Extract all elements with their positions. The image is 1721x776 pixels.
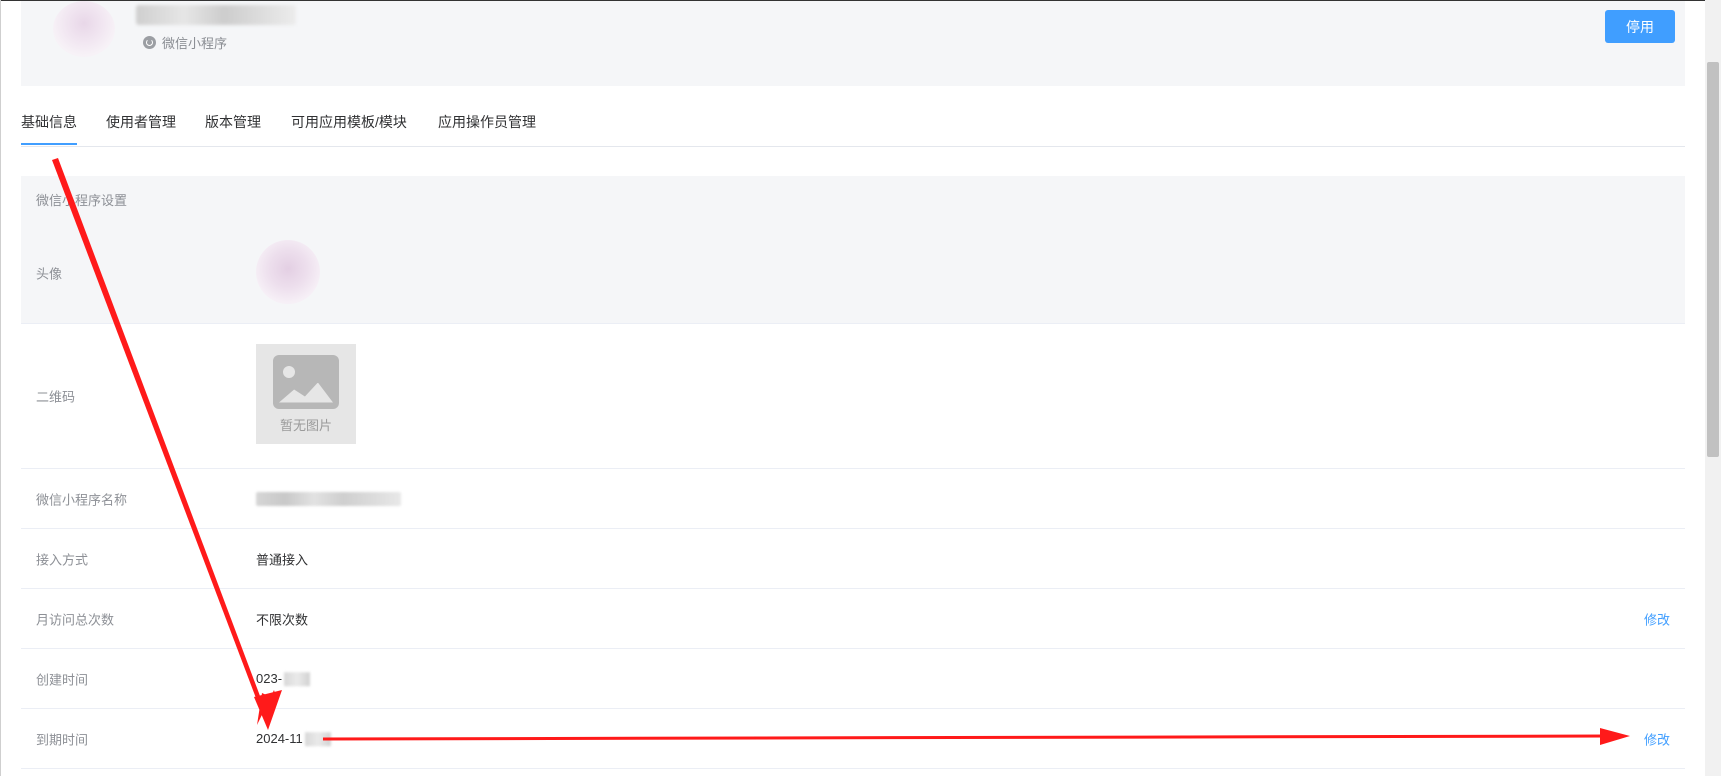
- app-name-redacted: [136, 5, 296, 25]
- row-expire-time: 到期时间 2024-11 修改: [21, 709, 1685, 769]
- expire-time-text: 2024-11: [256, 730, 303, 746]
- mini-program-icon: [143, 35, 156, 49]
- row-label: 月访问总次数: [36, 612, 115, 627]
- disable-button[interactable]: 停用: [1605, 10, 1675, 43]
- avatar: [256, 240, 320, 304]
- app-name-value-redacted: [256, 491, 401, 506]
- tab-version-management[interactable]: 版本管理: [205, 100, 261, 144]
- tab-bar: 基础信息 使用者管理 版本管理 可用应用模板/模块 应用操作员管理: [21, 100, 1685, 147]
- image-placeholder-icon: [273, 354, 339, 409]
- row-avatar: 头像: [21, 223, 1685, 324]
- edit-expire-time-link[interactable]: 修改: [1644, 729, 1670, 748]
- tab-basic-info[interactable]: 基础信息: [21, 100, 77, 144]
- created-time-value: 023-: [256, 670, 311, 687]
- created-time-text: 023-: [256, 670, 283, 686]
- row-created-time: 创建时间 023-: [21, 649, 1685, 709]
- row-monthly-visits: 月访问总次数 不限次数 修改: [21, 589, 1685, 649]
- row-label: 二维码: [36, 389, 76, 405]
- window-left-border: [0, 0, 1, 776]
- row-label: 微信小程序名称: [36, 492, 128, 507]
- row-label: 创建时间: [36, 672, 89, 687]
- tab-operator-management[interactable]: 应用操作员管理: [438, 100, 536, 144]
- row-label: 接入方式: [36, 552, 89, 567]
- section-title: 微信小程序设置: [21, 176, 1685, 223]
- app-type-label: 微信小程序: [162, 35, 228, 51]
- row-qrcode: 二维码 暂无图片: [21, 324, 1685, 469]
- app-header: 微信小程序 停用: [21, 1, 1685, 86]
- scrollbar-thumb[interactable]: [1707, 62, 1719, 457]
- app-avatar: [53, 1, 115, 57]
- access-mode-value: 普通接入: [256, 552, 309, 567]
- row-label: 到期时间: [36, 732, 89, 747]
- active-tab-indicator: [21, 143, 77, 145]
- tab-user-management[interactable]: 使用者管理: [106, 100, 176, 144]
- monthly-visits-value: 不限次数: [256, 612, 309, 627]
- expire-time-redacted: [304, 732, 331, 747]
- row-app-name: 微信小程序名称: [21, 469, 1685, 529]
- app-type: 微信小程序: [143, 32, 227, 52]
- qrcode-placeholder: 暂无图片: [256, 344, 356, 444]
- tab-available-templates[interactable]: 可用应用模板/模块: [291, 100, 407, 144]
- edit-monthly-visits-link[interactable]: 修改: [1644, 609, 1670, 628]
- created-time-redacted: [284, 672, 311, 687]
- qrcode-empty-text: 暂无图片: [279, 417, 332, 433]
- row-access-mode: 接入方式 普通接入: [21, 529, 1685, 589]
- expire-time-value: 2024-11: [256, 731, 331, 747]
- row-label: 头像: [36, 266, 63, 282]
